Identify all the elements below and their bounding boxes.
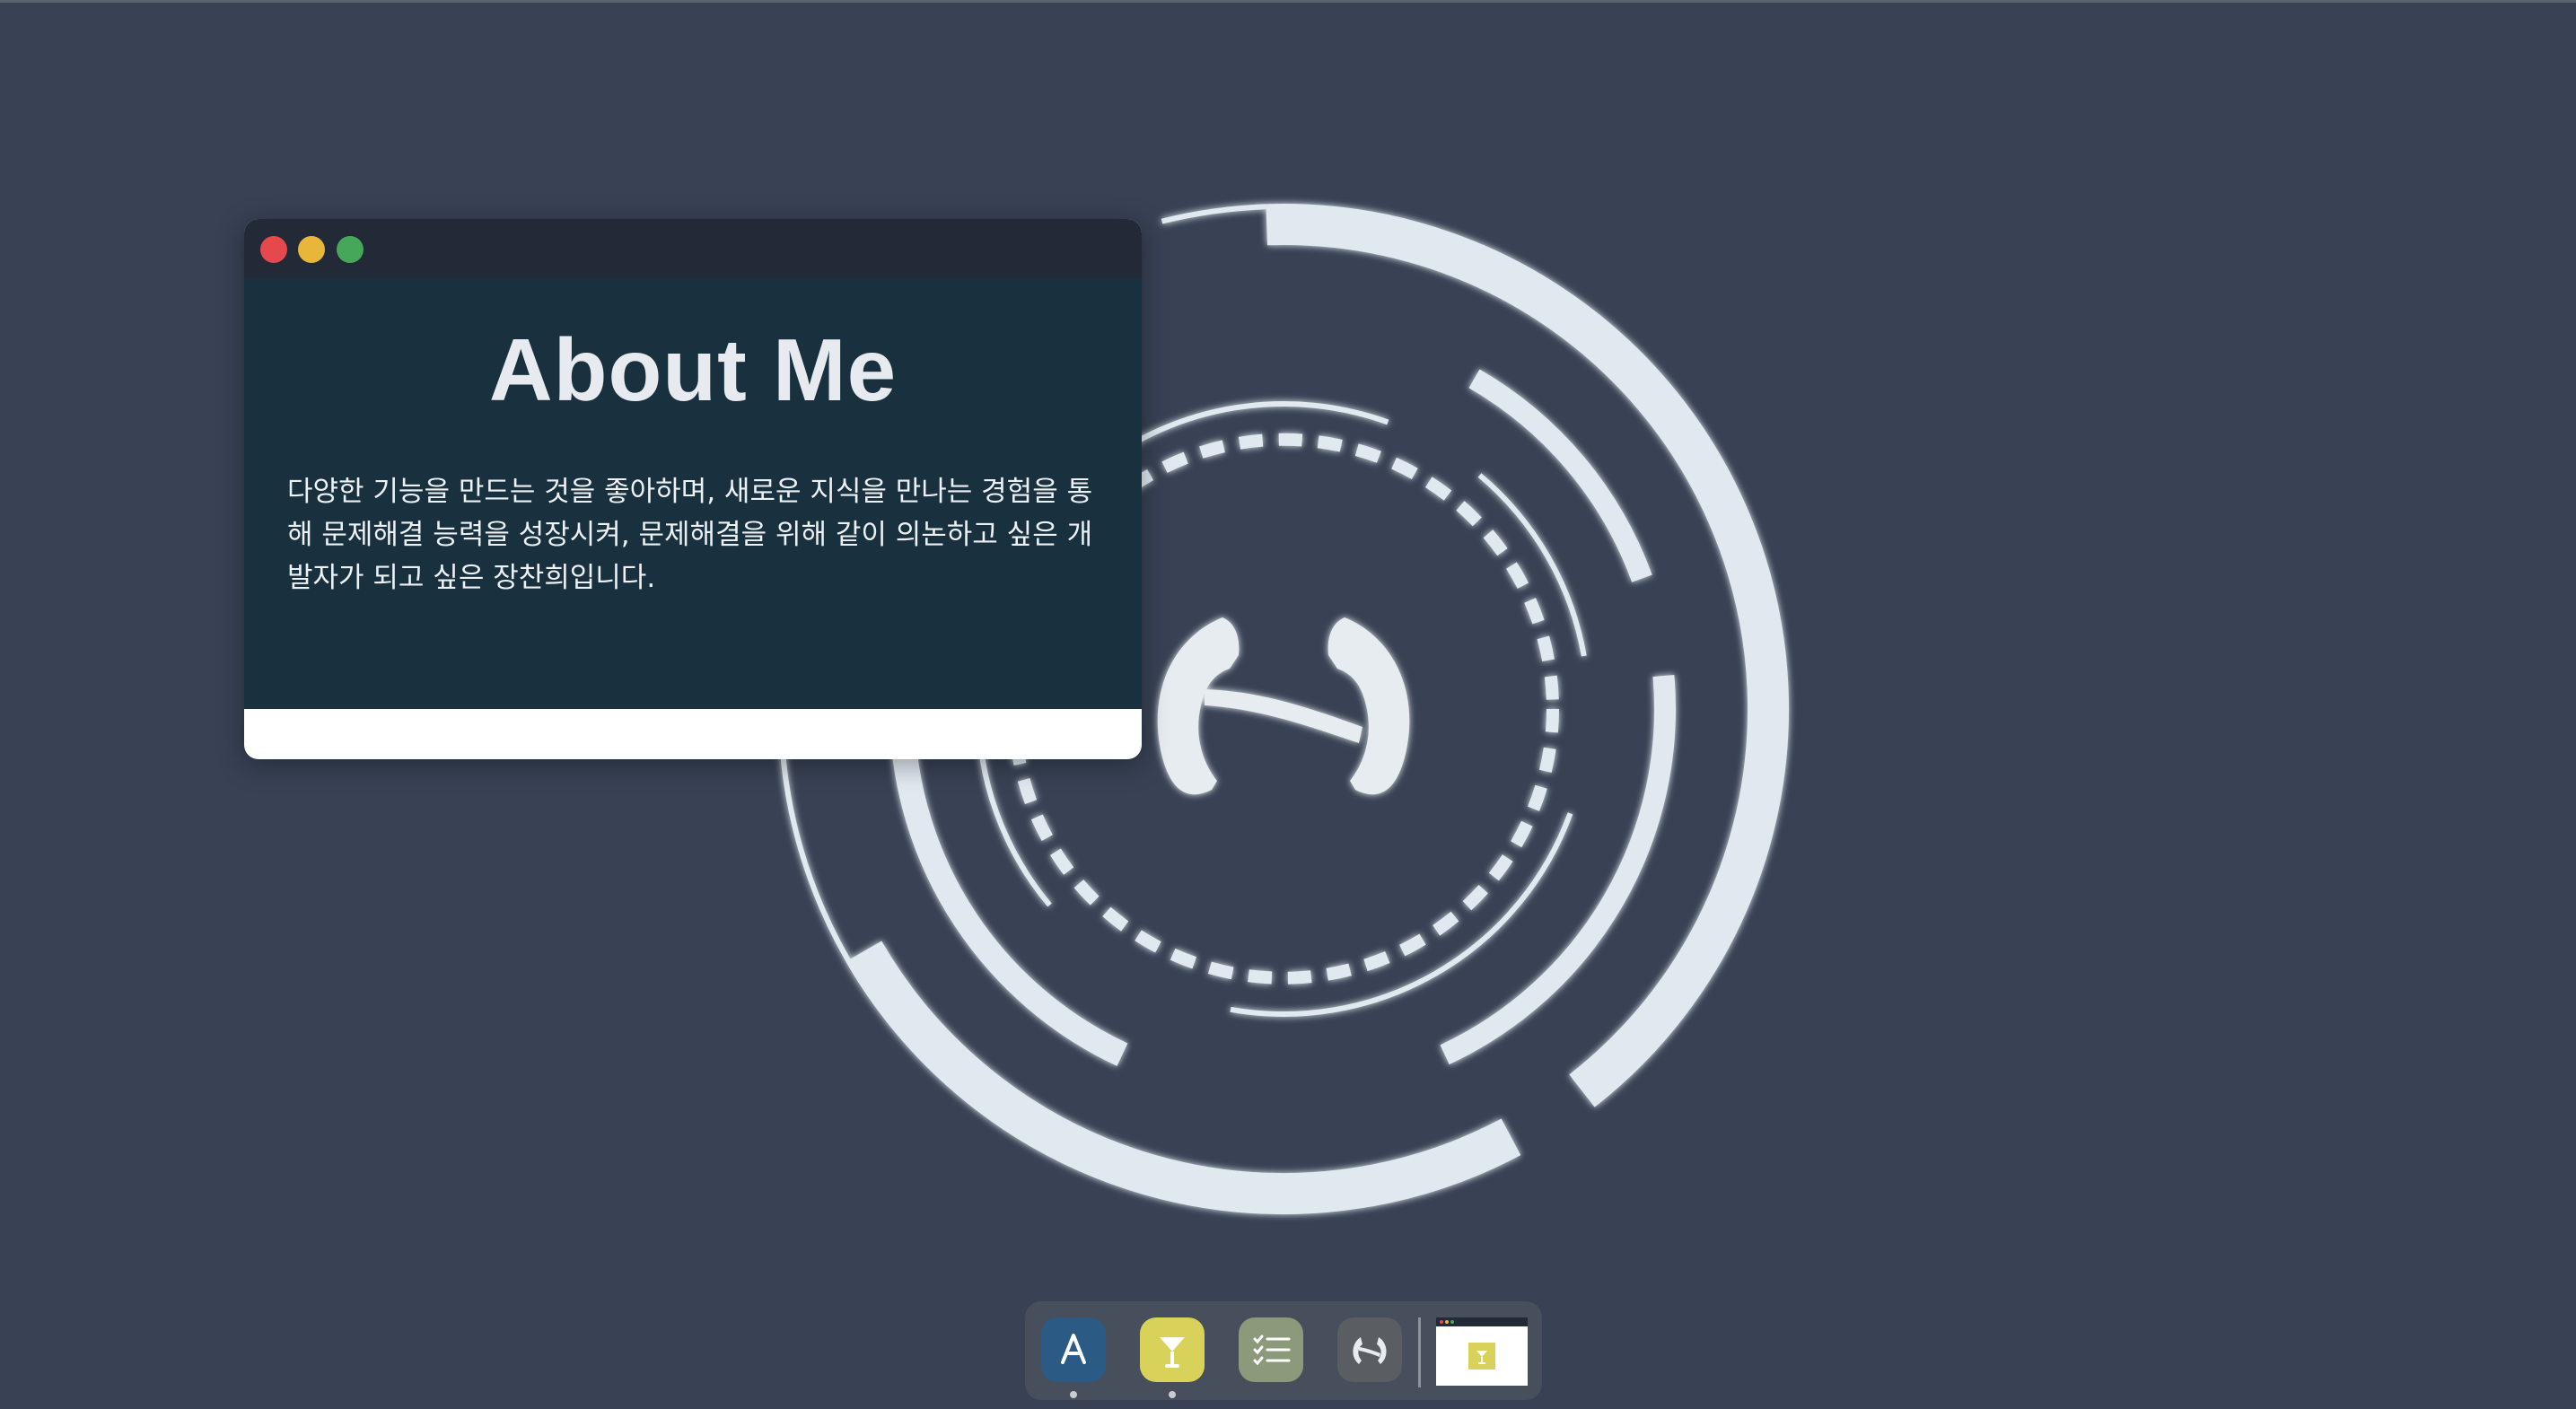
- thumbnail-max-dot: [1450, 1320, 1454, 1324]
- page-title: About Me: [488, 320, 898, 419]
- thin-outer-arc: [780, 752, 1197, 1207]
- running-indicator: [1169, 1391, 1176, 1398]
- thumbnail-close-dot: [1440, 1320, 1443, 1324]
- running-indicator: [1070, 1391, 1077, 1398]
- middle-ring-arc: [1440, 674, 1676, 1065]
- dock-item-checklist[interactable]: [1239, 1317, 1303, 1382]
- logo-icon: [1353, 1337, 1387, 1364]
- about-description: 다양한 기능을 만드는 것을 좋아하며, 새로운 지식을 만나는 경험을 통해 …: [287, 476, 1093, 594]
- thin-outer-arc: [1161, 204, 1266, 224]
- dock-item-logo[interactable]: [1337, 1317, 1402, 1382]
- inner-thin-arc: [1477, 473, 1587, 657]
- minimize-button[interactable]: [298, 236, 325, 263]
- window-content: About Me 다양한 기능을 만드는 것을 좋아하며, 새로운 지식을 만나…: [244, 278, 1142, 709]
- thumbnail-cocktail-icon: [1468, 1343, 1495, 1370]
- app-store-icon: [1061, 1334, 1086, 1364]
- close-button[interactable]: [260, 236, 287, 263]
- checklist-icon: [1253, 1335, 1291, 1366]
- dock-separator: [1418, 1317, 1421, 1387]
- maximize-button[interactable]: [337, 236, 364, 263]
- dock-item-cocktail[interactable]: [1140, 1317, 1205, 1382]
- dock: [1025, 1301, 1542, 1400]
- about-me-window: About Me 다양한 기능을 만드는 것을 좋아하며, 새로운 지식을 만나…: [244, 219, 1142, 759]
- dock-item-app-store[interactable]: [1041, 1317, 1106, 1382]
- window-thumbnail[interactable]: [1436, 1317, 1528, 1386]
- thumbnail-min-dot: [1445, 1320, 1449, 1324]
- window-titlebar[interactable]: [244, 219, 1142, 278]
- cocktail-icon: [1160, 1337, 1185, 1368]
- top-edge-line: [0, 0, 2576, 3]
